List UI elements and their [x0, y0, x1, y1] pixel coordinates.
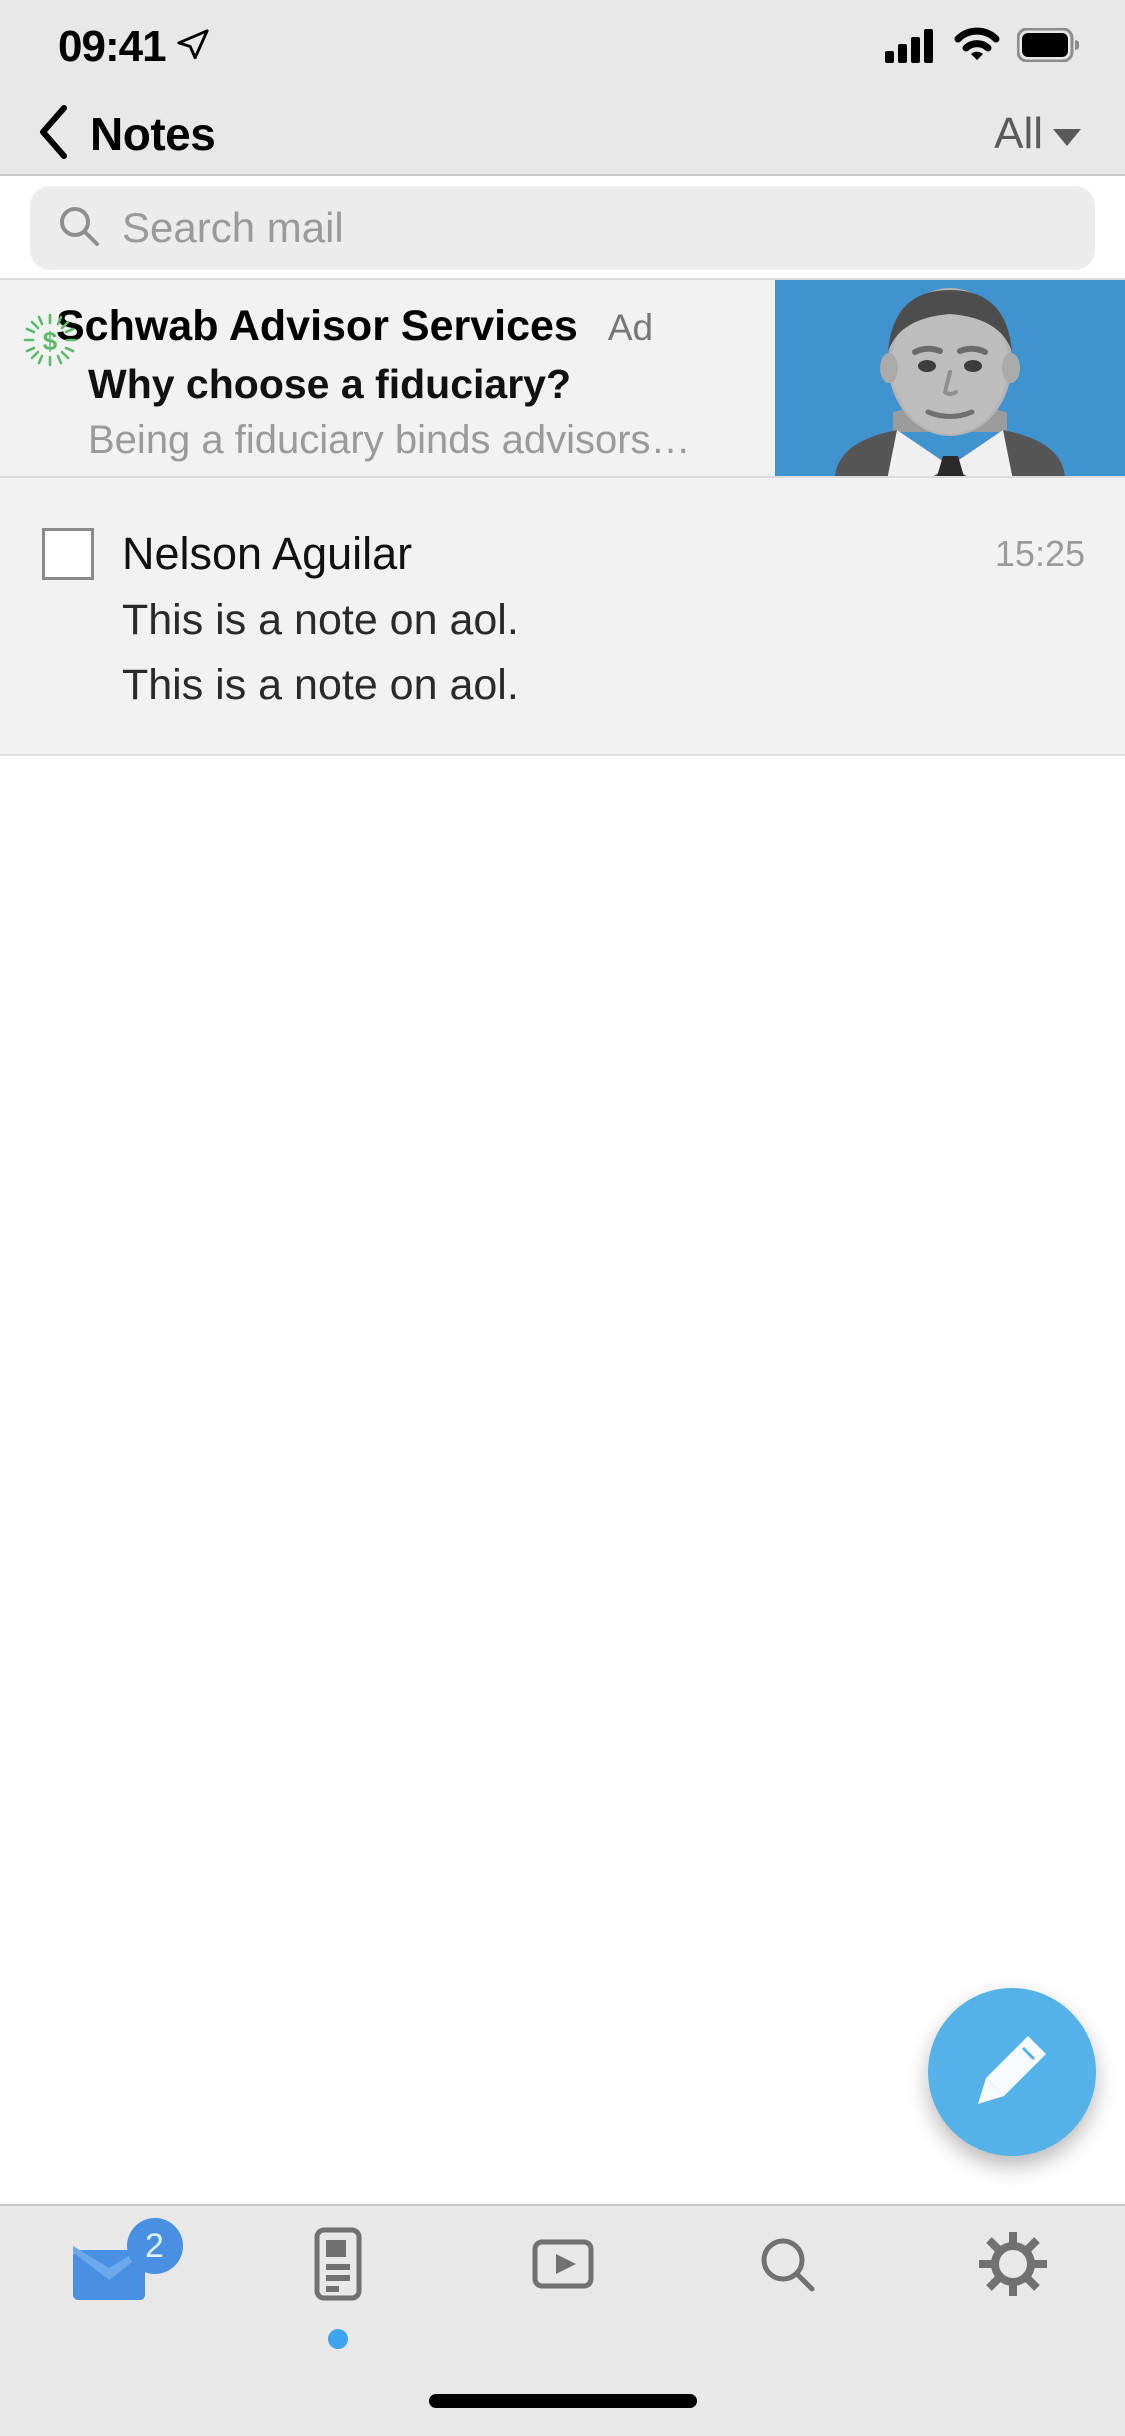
tab-video[interactable] [450, 2224, 675, 2315]
gear-icon [971, 2224, 1055, 2315]
pencil-icon [966, 2024, 1058, 2121]
search-icon [58, 205, 100, 252]
wifi-icon [954, 27, 1000, 68]
search-placeholder: Search mail [122, 204, 344, 251]
news-active-indicator [327, 2329, 348, 2349]
chevron-down-icon [1053, 128, 1081, 146]
message-time: 15:25 [994, 533, 1085, 574]
message-sender: Nelson Aguilar [122, 528, 413, 579]
ad-subject: Why choose a fiduciary? [88, 361, 571, 407]
nav-bar: Notes All [0, 94, 1125, 176]
svg-text:$: $ [43, 326, 58, 356]
news-article-icon [303, 2224, 373, 2315]
page-title: Notes [90, 108, 216, 160]
search-icon [748, 2224, 828, 2315]
ad-badge: Ad [607, 307, 654, 348]
mail-unread-badge: 2 [126, 2218, 183, 2274]
message-list: $ Schwab Advisor Services Ad Why choose … [0, 278, 1125, 756]
home-indicator [428, 2394, 697, 2408]
tab-list: 2 [0, 2206, 1125, 2356]
compose-button[interactable] [928, 1988, 1096, 2156]
status-bar: 09:41 [0, 0, 1125, 94]
video-play-icon [523, 2224, 603, 2315]
ad-preview: Being a fiduciary binds advisors… [88, 418, 691, 462]
status-time: 09:41 [58, 22, 167, 71]
message-preview: This is a note on aol. [122, 661, 519, 709]
mail-envelope-icon [63, 2246, 163, 2314]
message-checkbox[interactable] [42, 528, 94, 580]
tab-search[interactable] [675, 2224, 900, 2315]
filter-label: All [994, 109, 1043, 158]
nav-bar-left: Notes [36, 104, 216, 165]
ad-sender: Schwab Advisor Services [56, 302, 578, 350]
table-row[interactable]: Nelson Aguilar 15:25 This is a note on a… [0, 478, 1125, 756]
location-arrow-icon [176, 28, 210, 67]
back-button[interactable] [36, 104, 72, 165]
tab-mail[interactable]: 2 [0, 2218, 225, 2315]
ad-header-line: Schwab Advisor Services Ad [20, 302, 775, 351]
filter-dropdown[interactable]: All [994, 109, 1081, 159]
status-bar-right [885, 27, 1080, 68]
green-dollar-sunburst-icon: $ [22, 312, 78, 373]
tab-bar: 2 [0, 2204, 1125, 2436]
tab-news[interactable] [225, 2224, 450, 2349]
tab-settings[interactable] [900, 2224, 1125, 2315]
ad-thumbnail[interactable] [775, 280, 1125, 476]
status-bar-left: 09:41 [58, 25, 210, 69]
message-header-line: Nelson Aguilar 15:25 [42, 528, 1085, 580]
cellular-signal-icon [885, 27, 937, 68]
search-input[interactable]: Search mail [30, 186, 1095, 270]
ad-row[interactable]: $ Schwab Advisor Services Ad Why choose … [0, 278, 1125, 478]
mail-tab-inner: 2 [63, 2218, 183, 2315]
search-bar-container: Search mail [0, 178, 1125, 278]
battery-full-icon [1016, 27, 1080, 67]
ad-text-block: Schwab Advisor Services Ad Why choose a … [0, 280, 775, 476]
message-subject: This is a note on aol. [122, 596, 519, 644]
